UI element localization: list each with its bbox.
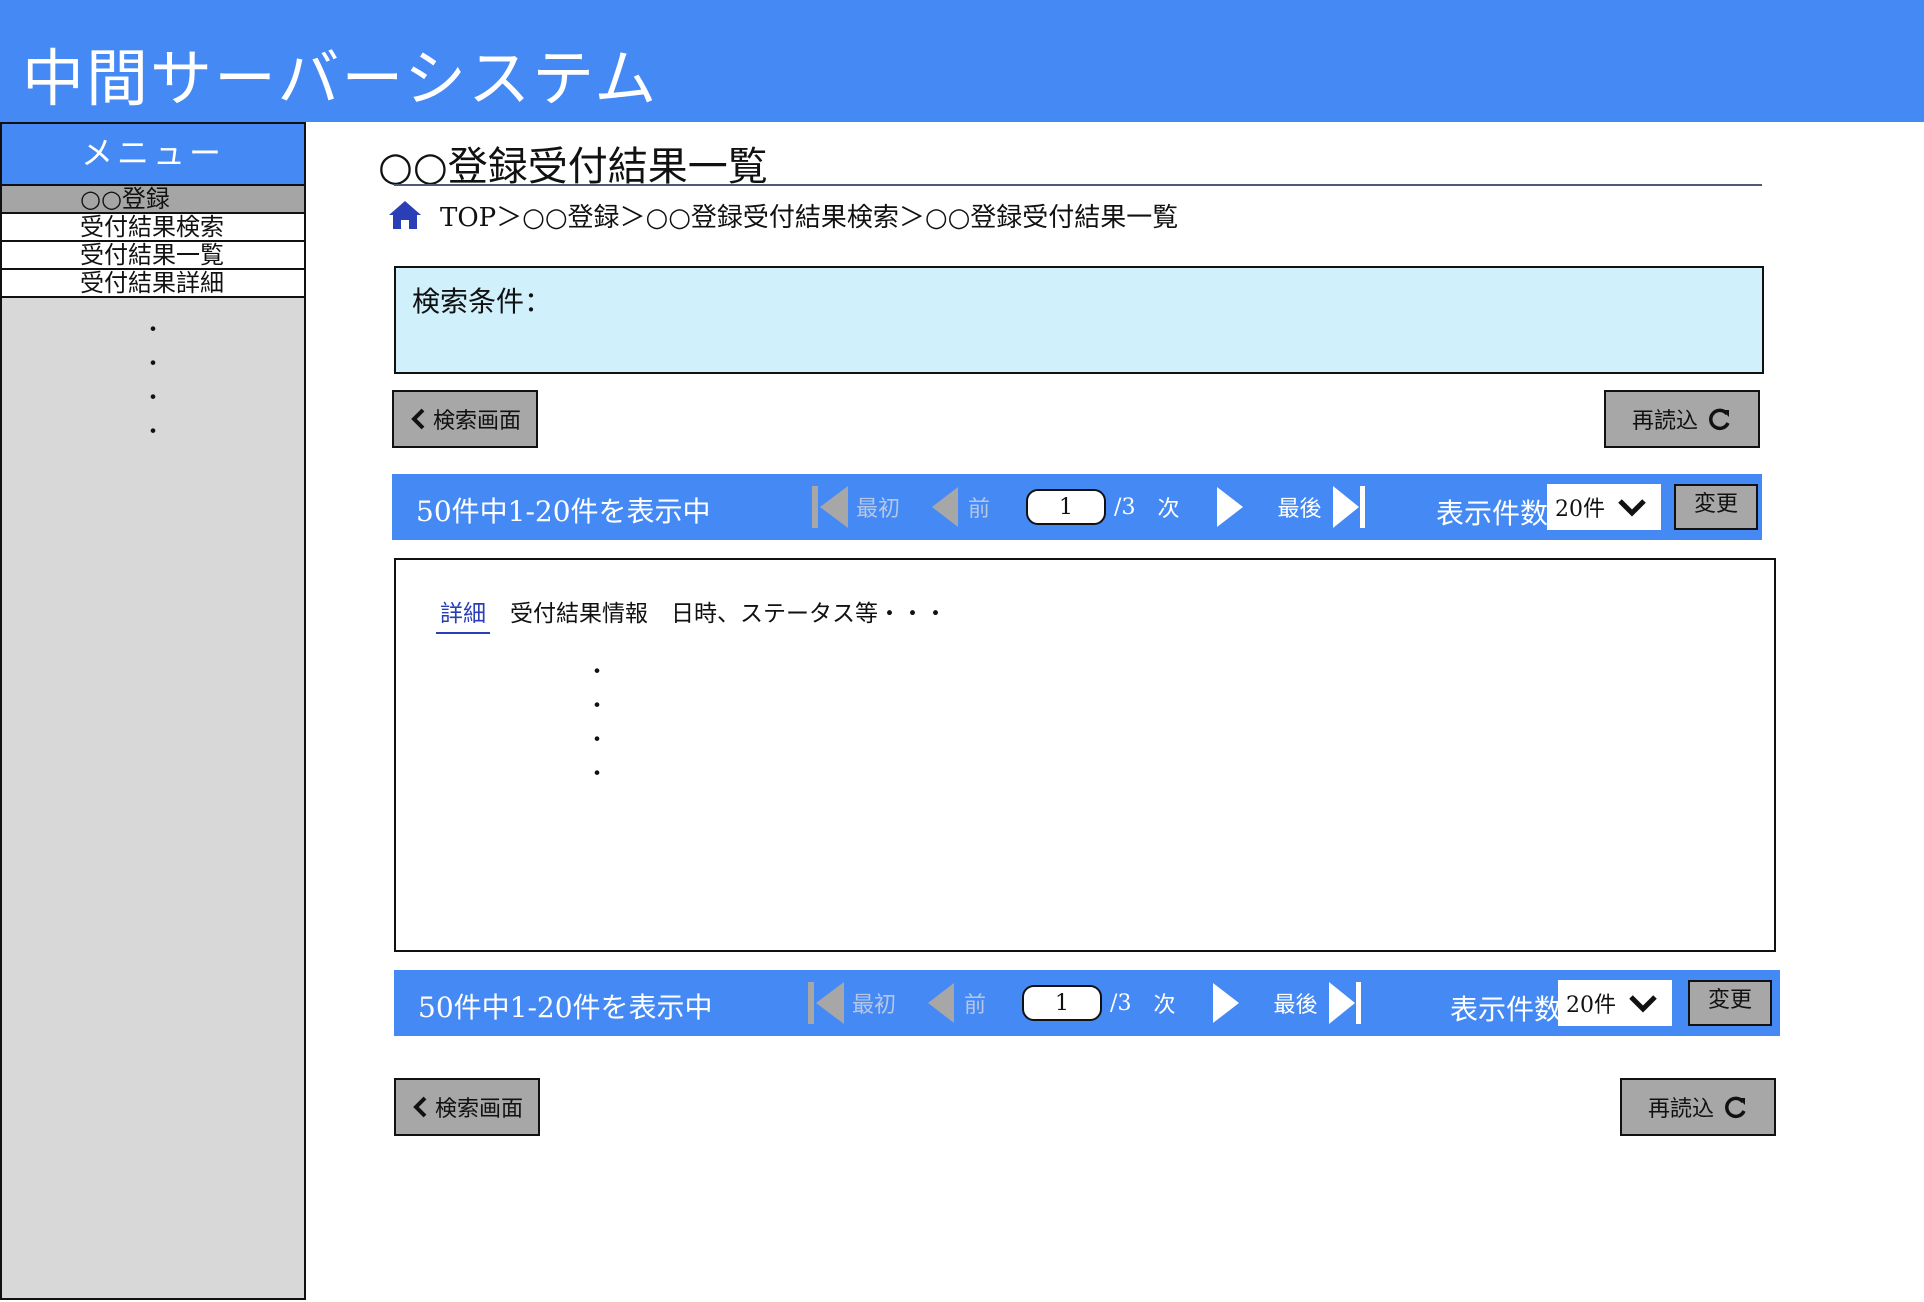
prev-page-icon (928, 983, 955, 1023)
back-to-search-button[interactable]: 検索画面 (392, 390, 538, 448)
last-page-icon[interactable] (1331, 484, 1367, 530)
pager-nav-bottom: 最初 前 /3 次 最後 (806, 970, 1363, 1036)
prev-page-icon (932, 487, 959, 527)
chevron-down-icon (1629, 995, 1657, 1013)
sidebar-item-result-search[interactable]: 受付結果検索 (2, 214, 304, 242)
page-number-input[interactable] (1026, 489, 1107, 525)
result-count-bottom: 50件中1-20件を表示中 (418, 991, 713, 1024)
first-page-link[interactable]: 最初 (856, 491, 900, 523)
next-page-link[interactable]: 次 (1157, 491, 1179, 523)
sidebar-item-registration[interactable]: ○○登録 (2, 186, 304, 214)
pager-bottom: 50件中1-20件を表示中 最初 前 /3 次 最後 表示件数 20件 変更 (394, 970, 1780, 1036)
sidebar-more-dots: ・ ・ ・ ・ (141, 318, 164, 445)
prev-page-link-bottom[interactable]: 前 (964, 987, 986, 1019)
sidebar-item-result-list[interactable]: 受付結果一覧 (2, 242, 304, 270)
per-page-label: 表示件数 (1436, 497, 1549, 530)
next-page-icon[interactable] (1215, 485, 1245, 529)
next-page-link-bottom[interactable]: 次 (1153, 987, 1175, 1019)
app-title: 中間サーバーシステム (22, 42, 659, 115)
back-to-search-label: 検索画面 (432, 409, 521, 434)
title-divider (394, 184, 1762, 186)
first-page-link-bottom[interactable]: 最初 (852, 987, 896, 1019)
per-page-change-button-bottom[interactable]: 変更 (1688, 980, 1772, 1026)
search-conditions-label: 検索条件： (412, 285, 553, 318)
chevron-left-icon (411, 408, 425, 430)
reload-label: 再読込 (1631, 409, 1698, 434)
per-page-change-button[interactable]: 変更 (1674, 484, 1758, 530)
page-number-input-bottom[interactable] (1022, 985, 1103, 1021)
sidebar-title: メニュー (2, 124, 304, 186)
per-page-value-bottom: 20件 (1566, 993, 1616, 1018)
app-header: 中間サーバーシステム (0, 0, 1924, 122)
per-page-select[interactable]: 20件 (1547, 484, 1661, 530)
results-more-dots: ・ ・ ・ ・ (586, 660, 609, 787)
breadcrumb: TOP＞○○登録＞○○登録受付結果検索＞○○登録受付結果一覧 (388, 197, 1178, 234)
first-page-icon (812, 486, 848, 528)
sidebar-item-result-detail[interactable]: 受付結果詳細 (2, 270, 304, 298)
last-page-link[interactable]: 最後 (1277, 491, 1321, 523)
sidebar: メニュー ○○登録 受付結果検索 受付結果一覧 受付結果詳細 ・ ・ ・ ・ (0, 122, 306, 1300)
chevron-down-icon (1618, 499, 1646, 517)
pager-top: 50件中1-20件を表示中 最初 前 /3 次 最後 表示件数 20件 変更 (392, 474, 1762, 540)
total-pages: /3 (1114, 494, 1136, 520)
next-page-icon[interactable] (1211, 981, 1241, 1025)
pager-nav: 最初 前 /3 次 最後 (810, 474, 1367, 540)
back-to-search-label-bottom: 検索画面 (434, 1097, 523, 1122)
chevron-left-icon (413, 1096, 427, 1118)
last-page-link-bottom[interactable]: 最後 (1273, 987, 1317, 1019)
detail-link[interactable]: 詳細 (436, 594, 490, 634)
prev-page-link[interactable]: 前 (968, 491, 990, 523)
home-icon[interactable] (388, 200, 422, 230)
reload-button-bottom[interactable]: 再読込 (1620, 1078, 1776, 1136)
results-list: 詳細 受付結果情報 日時、ステータス等・・・ ・ ・ ・ ・ (394, 558, 1776, 952)
reload-icon (1725, 1096, 1746, 1119)
per-page-select-bottom[interactable]: 20件 (1558, 980, 1672, 1026)
reload-icon (1709, 408, 1730, 431)
first-page-icon (808, 982, 844, 1024)
last-page-icon[interactable] (1327, 980, 1363, 1026)
result-count: 50件中1-20件を表示中 (416, 495, 711, 528)
total-pages-bottom: /3 (1110, 990, 1132, 1016)
back-to-search-button-bottom[interactable]: 検索画面 (394, 1078, 540, 1136)
breadcrumb-path[interactable]: TOP＞○○登録＞○○登録受付結果検索＞○○登録受付結果一覧 (440, 197, 1178, 234)
reload-label-bottom: 再読込 (1647, 1097, 1714, 1122)
per-page-label-bottom: 表示件数 (1450, 993, 1563, 1026)
per-page-value: 20件 (1555, 497, 1605, 522)
search-conditions: 検索条件： (394, 266, 1764, 374)
result-row-summary: 受付結果情報 日時、ステータス等・・・ (510, 601, 947, 627)
reload-button[interactable]: 再読込 (1604, 390, 1760, 448)
